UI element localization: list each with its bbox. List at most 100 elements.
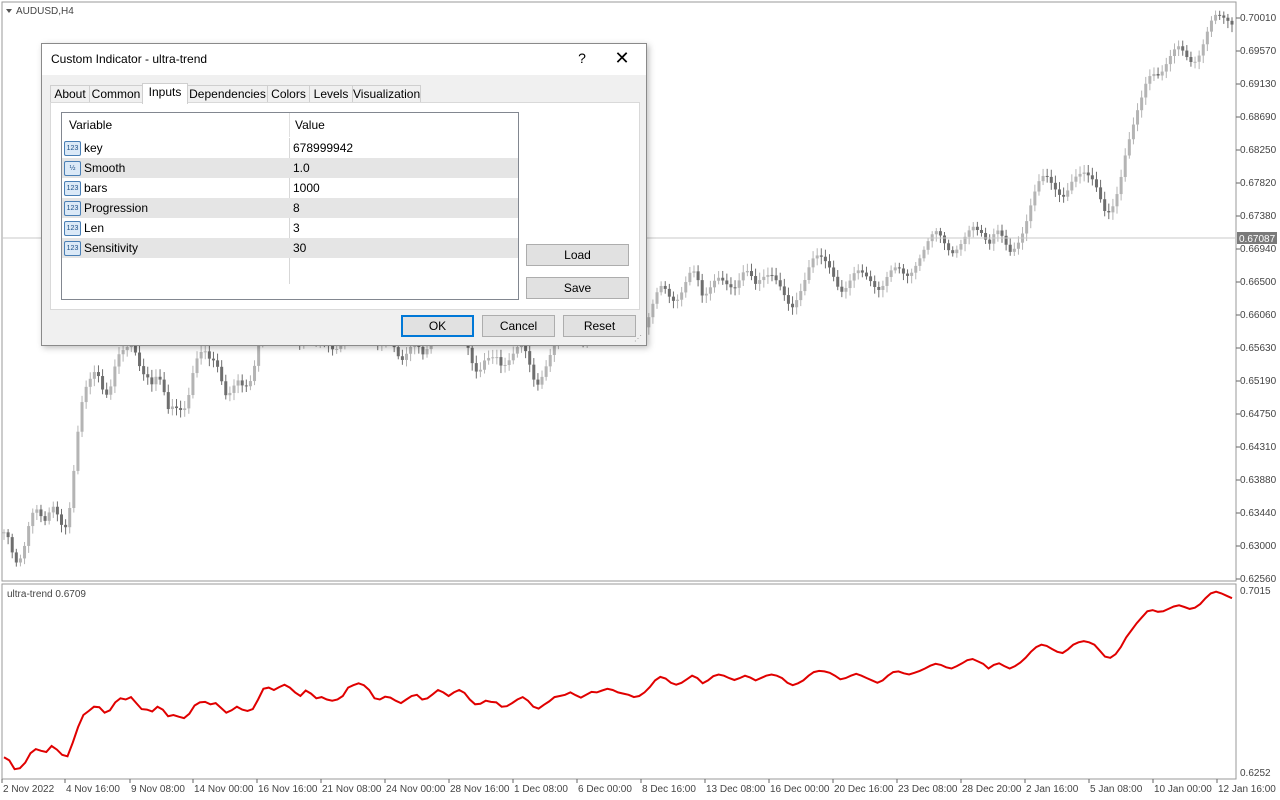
bear-candle <box>901 268 905 274</box>
bull-candle <box>540 376 544 385</box>
bull-candle <box>232 385 236 393</box>
input-row-len[interactable]: 123 Len 3 <box>62 218 518 238</box>
bull-candle <box>1025 221 1029 234</box>
bear-candle <box>791 303 795 308</box>
price-tick-label: 0.68690 <box>1240 112 1277 123</box>
bear-candle <box>1103 199 1107 212</box>
bear-candle <box>400 356 404 360</box>
input-value[interactable]: 30 <box>293 238 306 258</box>
bear-candle <box>832 267 836 277</box>
time-tick-label: 10 Jan 00:00 <box>1154 784 1212 795</box>
price-tick-label: 0.66940 <box>1240 244 1277 255</box>
save-button[interactable]: Save <box>526 277 629 299</box>
bear-candle <box>749 271 753 277</box>
input-value[interactable]: 1000 <box>293 178 320 198</box>
bear-candle <box>1189 57 1193 63</box>
indicator-tick-label: 0.6252 <box>1240 768 1271 779</box>
time-tick-label: 12 Jan 16:00 <box>1218 784 1276 795</box>
bull-candle <box>1074 176 1078 182</box>
bear-candle <box>906 273 910 276</box>
tab-inputs[interactable]: Inputs <box>142 83 188 104</box>
price-tick-label: 0.69570 <box>1240 46 1277 57</box>
column-header-variable[interactable]: Variable <box>69 113 112 137</box>
bear-candle <box>55 506 59 515</box>
input-row-sensitivity[interactable]: 123 Sensitivity 30 <box>62 238 518 258</box>
bull-candle <box>88 378 92 387</box>
time-tick-label: 20 Dec 16:00 <box>834 784 894 795</box>
tab-dependencies[interactable]: Dependencies <box>187 85 268 103</box>
bull-candle <box>503 365 507 367</box>
cancel-button[interactable]: Cancel <box>482 315 555 337</box>
bear-candle <box>786 295 790 304</box>
bear-candle <box>864 272 868 277</box>
tab-common[interactable]: Common <box>89 85 143 103</box>
bear-candle <box>244 385 248 387</box>
bear-candle <box>158 376 162 380</box>
bull-candle <box>1144 83 1148 98</box>
bear-candle <box>984 232 988 240</box>
bull-candle <box>651 303 655 318</box>
resize-grip-icon[interactable]: ⋰ <box>634 334 643 343</box>
bull-candle <box>68 507 72 528</box>
input-row-progression[interactable]: 123 Progression 8 <box>62 198 518 218</box>
close-button[interactable]: ✕ <box>612 48 632 69</box>
time-tick-label: 1 Dec 08:00 <box>514 784 568 795</box>
bull-candle <box>109 386 113 395</box>
bull-candle <box>1164 64 1168 72</box>
load-button[interactable]: Load <box>526 244 629 266</box>
bear-candle <box>166 392 170 410</box>
time-tick-label: 6 Dec 00:00 <box>578 784 632 795</box>
dialog-titlebar[interactable]: Custom Indicator - ultra-trend ? ✕ <box>42 44 646 75</box>
bear-candle <box>536 379 540 385</box>
input-row-smooth[interactable]: ½ Smooth 1.0 <box>62 158 518 178</box>
price-tick-label: 0.66060 <box>1240 310 1277 321</box>
input-row-bars[interactable]: 123 bars 1000 <box>62 178 518 198</box>
bull-candle <box>745 271 749 273</box>
bull-candle <box>1209 20 1213 32</box>
bull-candle <box>23 545 27 559</box>
input-value[interactable]: 8 <box>293 198 300 218</box>
time-tick-label: 2 Nov 2022 <box>3 784 55 795</box>
bull-candle <box>409 346 413 354</box>
tab-about[interactable]: About <box>50 85 90 103</box>
tab-visualization[interactable]: Visualization <box>352 85 421 103</box>
reset-button[interactable]: Reset <box>563 315 636 337</box>
input-name: Len <box>84 221 105 235</box>
bear-candle <box>396 347 400 357</box>
input-value[interactable]: 1.0 <box>293 158 310 178</box>
bear-candle <box>828 261 832 268</box>
bull-candle <box>228 392 232 396</box>
input-row-key[interactable]: 123 key 678999942 <box>62 138 518 158</box>
double-icon: ½ <box>64 161 81 176</box>
help-button[interactable]: ? <box>574 50 590 66</box>
bear-candle <box>721 277 725 281</box>
column-header-value[interactable]: Value <box>295 113 325 137</box>
symbol-label: AUDUSD,H4 <box>16 6 74 17</box>
bear-candle <box>1099 187 1103 200</box>
bear-candle <box>840 286 844 292</box>
bull-candle <box>1148 76 1152 84</box>
bear-candle <box>1156 74 1160 76</box>
bull-candle <box>758 280 762 284</box>
tab-levels[interactable]: Levels <box>309 85 353 103</box>
price-tick-label: 0.67380 <box>1240 211 1277 222</box>
bull-candle <box>684 282 688 293</box>
ok-button[interactable]: OK <box>401 315 474 337</box>
bear-candle <box>14 552 18 563</box>
bull-candle <box>1131 124 1135 140</box>
bear-candle <box>1094 179 1098 188</box>
time-tick-label: 28 Dec 20:00 <box>962 784 1022 795</box>
bull-candle <box>659 285 663 293</box>
bear-candle <box>782 286 786 296</box>
bear-candle <box>1090 175 1094 180</box>
bull-candle <box>1016 242 1020 249</box>
bull-candle <box>1201 44 1205 56</box>
input-value[interactable]: 3 <box>293 218 300 238</box>
bull-candle <box>483 360 487 370</box>
bear-candle <box>1053 182 1057 190</box>
price-tick-label: 0.65630 <box>1240 343 1277 354</box>
tab-colors[interactable]: Colors <box>267 85 310 103</box>
bull-candle <box>881 285 885 290</box>
bull-candle <box>655 292 659 304</box>
input-value[interactable]: 678999942 <box>293 138 353 158</box>
